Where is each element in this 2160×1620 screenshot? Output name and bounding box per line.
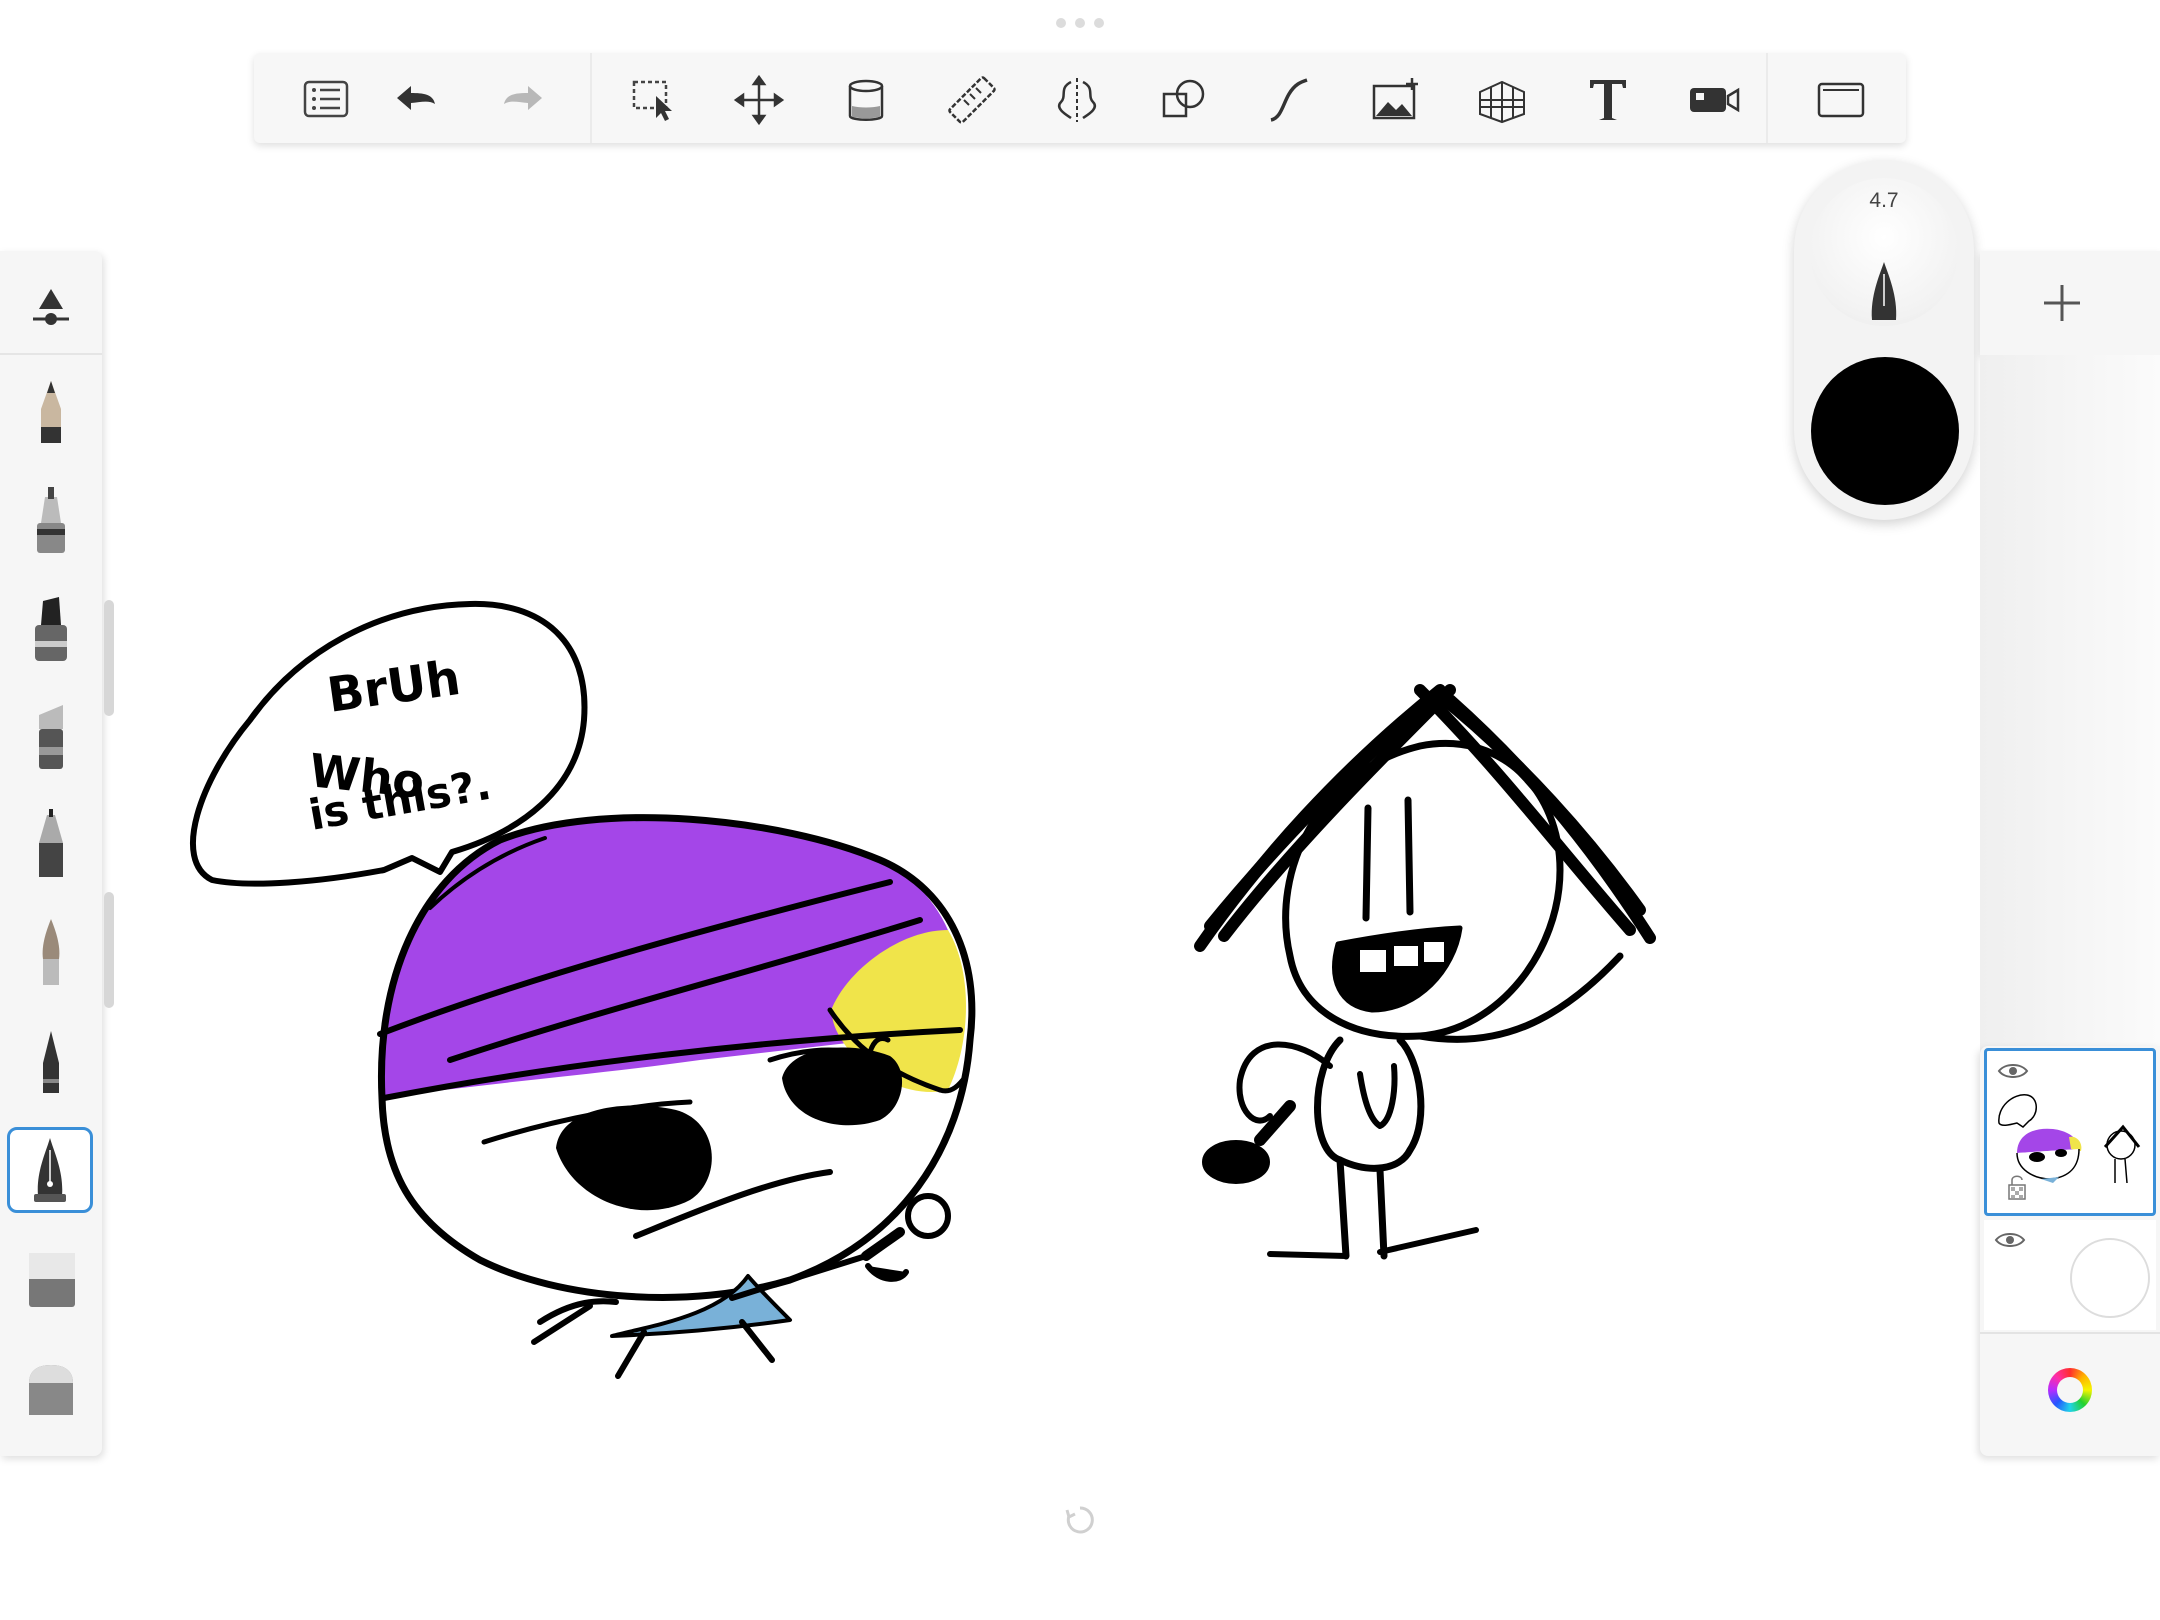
ink-pen-icon[interactable] [9, 1019, 93, 1103]
panel-scroll-handle[interactable] [104, 600, 114, 716]
current-color-swatch[interactable] [1811, 357, 1959, 505]
background-color-swatch[interactable] [2070, 1238, 2150, 1318]
color-wheel-icon[interactable] [2048, 1368, 2092, 1412]
layer-panel-gutter [1980, 355, 2160, 1055]
brush-size-value: 4.7 [1869, 189, 1899, 212]
soft-eraser-icon[interactable] [9, 1235, 93, 1319]
technical-pen-icon[interactable] [9, 479, 93, 563]
chisel-marker-icon[interactable] [9, 695, 93, 779]
left-eye [556, 1105, 712, 1211]
fountain-pen-icon[interactable] [7, 1127, 93, 1213]
pencil-icon[interactable] [9, 371, 93, 455]
marker-icon[interactable] [9, 587, 93, 671]
panel-divider [0, 353, 102, 355]
brush-puck[interactable]: 4.7 [1794, 160, 1974, 520]
eye-icon[interactable] [1997, 1061, 2029, 1081]
rotate-icon[interactable] [1064, 1504, 1096, 1536]
eye-icon[interactable] [1994, 1230, 2026, 1250]
speech-line-1: BrUh [324, 650, 464, 724]
layer-thumbnail-selected[interactable] [1984, 1048, 2156, 1216]
add-layer-button[interactable] [1980, 251, 2160, 355]
brush-palette [0, 251, 102, 1456]
panel-scroll-handle[interactable] [104, 892, 114, 1008]
right-eye [782, 1047, 903, 1126]
hard-eraser-icon[interactable] [9, 1343, 93, 1427]
brush-properties-icon[interactable] [9, 265, 93, 349]
fountain-pen-icon [1871, 262, 1897, 320]
layers-panel [1980, 1046, 2160, 1456]
alpha-lock-icon[interactable] [2007, 1173, 2027, 1201]
fineliner-icon[interactable] [9, 803, 93, 887]
plus-icon [2044, 285, 2080, 321]
layer-thumbnail-background[interactable] [1984, 1220, 2156, 1330]
panel-divider [1980, 1332, 2160, 1334]
stick-figure-mouth [1332, 925, 1463, 1013]
paint-brush-icon[interactable] [9, 911, 93, 995]
